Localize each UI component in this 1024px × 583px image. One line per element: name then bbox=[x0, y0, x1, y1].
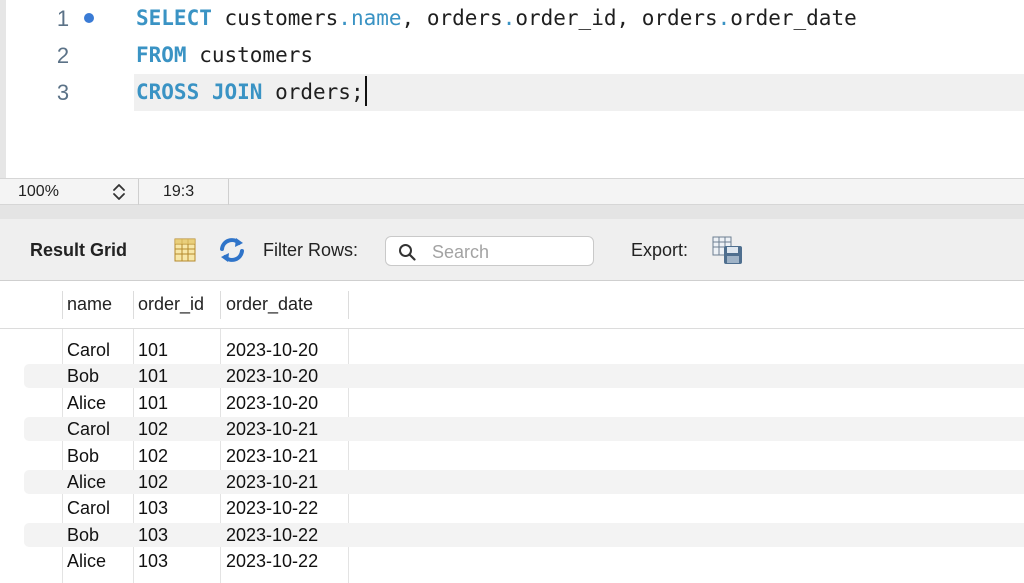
sql-token: , orders bbox=[401, 6, 503, 30]
sql-token: order_id, orders bbox=[515, 6, 718, 30]
cell-order-id[interactable]: 103 bbox=[138, 548, 168, 574]
cell-order-id[interactable]: 102 bbox=[138, 443, 168, 469]
cell-name[interactable]: Alice bbox=[67, 390, 106, 416]
column-divider bbox=[62, 291, 63, 319]
editor-status-bar: 100% 19:3 bbox=[0, 178, 1024, 205]
cell-order-id[interactable]: 103 bbox=[138, 522, 168, 548]
cursor-position: 19:3 bbox=[163, 183, 195, 200]
code-line[interactable]: 2 FROM customers bbox=[6, 37, 1024, 74]
cell-order-id[interactable]: 103 bbox=[138, 495, 168, 521]
table-row[interactable]: Carol 102 2023-10-21 bbox=[0, 416, 1024, 442]
line-number: 2 bbox=[56, 43, 70, 68]
sql-editor[interactable]: 1 SELECT customers.name, orders.order_id,… bbox=[0, 0, 1024, 178]
filter-rows-label: Filter Rows: bbox=[263, 240, 359, 260]
sql-token: . bbox=[717, 6, 731, 30]
cell-order-date[interactable]: 2023-10-20 bbox=[226, 390, 318, 416]
refresh-icon[interactable] bbox=[217, 236, 247, 264]
zoom-level: 100% bbox=[18, 183, 59, 200]
table-row[interactable]: Alice 103 2023-10-22 bbox=[0, 548, 1024, 574]
cell-name[interactable]: Alice bbox=[67, 469, 106, 495]
cell-order-date[interactable]: 2023-10-21 bbox=[226, 469, 318, 495]
result-grid-title[interactable]: Result Grid bbox=[30, 240, 127, 261]
line-number: 3 bbox=[56, 80, 70, 105]
table-row[interactable]: Bob 102 2023-10-21 bbox=[0, 443, 1024, 469]
cell-order-date[interactable]: 2023-10-20 bbox=[226, 337, 318, 363]
grid-view-icon[interactable] bbox=[174, 238, 196, 262]
cell-order-date[interactable]: 2023-10-21 bbox=[226, 416, 318, 442]
line-number: 1 bbox=[56, 6, 70, 31]
cell-name[interactable]: Bob bbox=[67, 443, 99, 469]
cell-order-id[interactable]: 102 bbox=[138, 469, 168, 495]
row-stripe bbox=[24, 522, 1024, 547]
sql-token: orders; bbox=[262, 80, 364, 104]
sql-token: customers bbox=[186, 43, 314, 67]
row-stripe bbox=[24, 364, 1024, 389]
search-icon bbox=[398, 243, 416, 261]
column-header-order-date[interactable]: order_date bbox=[226, 294, 313, 315]
cell-order-date[interactable]: 2023-10-22 bbox=[226, 495, 318, 521]
column-header-order-id[interactable]: order_id bbox=[138, 294, 204, 315]
text-caret bbox=[364, 76, 367, 106]
cell-order-id[interactable]: 101 bbox=[138, 390, 168, 416]
code-line[interactable]: 1 SELECT customers.name, orders.order_id,… bbox=[6, 0, 1024, 37]
filter-rows-search-box[interactable] bbox=[385, 236, 594, 266]
column-divider[interactable] bbox=[220, 291, 221, 319]
export-label: Export: bbox=[631, 240, 689, 260]
export-icon[interactable] bbox=[712, 235, 744, 265]
sql-keyword: FROM bbox=[136, 43, 187, 67]
table-row[interactable]: Alice 101 2023-10-20 bbox=[0, 390, 1024, 416]
code-line[interactable]: 3 CROSS JOIN orders; bbox=[6, 74, 1024, 111]
table-row[interactable]: Alice 102 2023-10-21 bbox=[0, 469, 1024, 495]
table-row[interactable]: Bob 103 2023-10-22 bbox=[0, 522, 1024, 548]
cell-order-date[interactable]: 2023-10-21 bbox=[226, 443, 318, 469]
sql-keyword: SELECT bbox=[136, 6, 212, 30]
cell-order-id[interactable]: 101 bbox=[138, 337, 168, 363]
row-stripe bbox=[24, 469, 1024, 494]
code-text[interactable]: FROM customers bbox=[136, 37, 313, 74]
cell-order-id[interactable]: 101 bbox=[138, 363, 168, 389]
grid-header: name order_id order_date bbox=[0, 281, 1024, 329]
search-input[interactable] bbox=[432, 241, 582, 263]
cell-name[interactable]: Carol bbox=[67, 416, 110, 442]
cell-name[interactable]: Alice bbox=[67, 548, 106, 574]
sql-token: . bbox=[502, 6, 516, 30]
table-row[interactable]: Carol 101 2023-10-20 bbox=[0, 337, 1024, 363]
sql-keyword: CROSS JOIN bbox=[136, 80, 263, 104]
status-divider bbox=[138, 179, 139, 205]
cell-order-id[interactable]: 102 bbox=[138, 416, 168, 442]
table-row[interactable]: Carol 103 2023-10-22 bbox=[0, 495, 1024, 521]
cell-name[interactable]: Carol bbox=[67, 495, 110, 521]
result-toolbar: Result Grid Filter Rows: Expo bbox=[0, 219, 1024, 281]
sql-token: customers bbox=[211, 6, 339, 30]
panel-splitter[interactable] bbox=[0, 205, 1024, 219]
column-header-name[interactable]: name bbox=[67, 294, 112, 315]
sql-token: . bbox=[338, 6, 351, 30]
code-text[interactable]: CROSS JOIN orders; bbox=[136, 74, 367, 111]
grid-rows: Carol 101 2023-10-20 Bob 101 2023-10-20 Alice 1… bbox=[0, 337, 1024, 575]
row-stripe bbox=[24, 417, 1024, 442]
column-divider[interactable] bbox=[348, 291, 349, 319]
sql-token: order_date bbox=[730, 6, 857, 30]
cell-order-date[interactable]: 2023-10-22 bbox=[226, 522, 318, 548]
column-divider[interactable] bbox=[133, 291, 134, 319]
zoom-stepper-icon[interactable] bbox=[110, 181, 128, 203]
cell-order-date[interactable]: 2023-10-20 bbox=[226, 363, 318, 389]
code-text[interactable]: SELECT customers.name, orders.order_id, … bbox=[136, 0, 857, 37]
statement-marker-icon[interactable] bbox=[84, 13, 94, 23]
cell-name[interactable]: Bob bbox=[67, 522, 99, 548]
result-grid[interactable]: name order_id order_date Carol 101 2023-10… bbox=[0, 281, 1024, 583]
cell-name[interactable]: Carol bbox=[67, 337, 110, 363]
status-divider bbox=[228, 179, 229, 205]
table-row[interactable]: Bob 101 2023-10-20 bbox=[0, 363, 1024, 389]
cell-name[interactable]: Bob bbox=[67, 363, 99, 389]
sql-token: name bbox=[350, 6, 402, 30]
cell-order-date[interactable]: 2023-10-22 bbox=[226, 548, 318, 574]
